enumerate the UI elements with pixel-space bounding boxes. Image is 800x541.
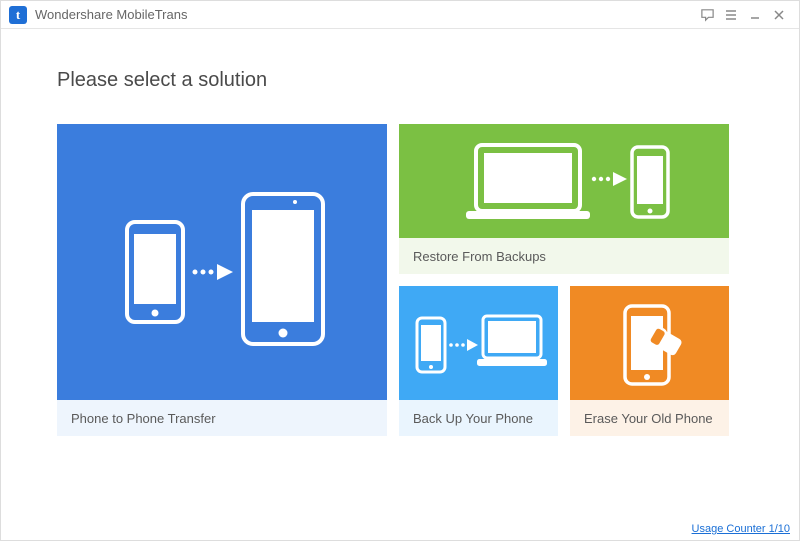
titlebar: t Wondershare MobileTrans [1, 1, 799, 29]
tile-backup[interactable]: Back Up Your Phone [399, 286, 558, 436]
feedback-icon[interactable] [695, 3, 719, 27]
backup-icon [399, 286, 558, 400]
menu-icon[interactable] [719, 3, 743, 27]
main-content: Please select a solution [1, 29, 799, 436]
app-logo: t [9, 6, 27, 24]
tile-restore-label: Restore From Backups [399, 238, 729, 274]
close-icon[interactable] [767, 3, 791, 27]
tile-erase-label: Erase Your Old Phone [570, 400, 729, 436]
page-heading: Please select a solution [57, 69, 743, 92]
phone-transfer-icon [57, 124, 387, 400]
tile-erase[interactable]: Erase Your Old Phone [570, 286, 729, 436]
usage-counter-link[interactable]: Usage Counter 1/10 [692, 523, 790, 535]
restore-icon [399, 124, 729, 238]
tile-backup-label: Back Up Your Phone [399, 400, 558, 436]
minimize-icon[interactable] [743, 3, 767, 27]
tile-phone-transfer[interactable]: Phone to Phone Transfer [57, 124, 387, 436]
solution-grid: Phone to Phone Transfer [57, 124, 743, 436]
app-title: Wondershare MobileTrans [35, 7, 187, 22]
erase-icon [570, 286, 729, 400]
tile-restore[interactable]: Restore From Backups [399, 124, 729, 274]
tile-phone-transfer-label: Phone to Phone Transfer [57, 400, 387, 436]
